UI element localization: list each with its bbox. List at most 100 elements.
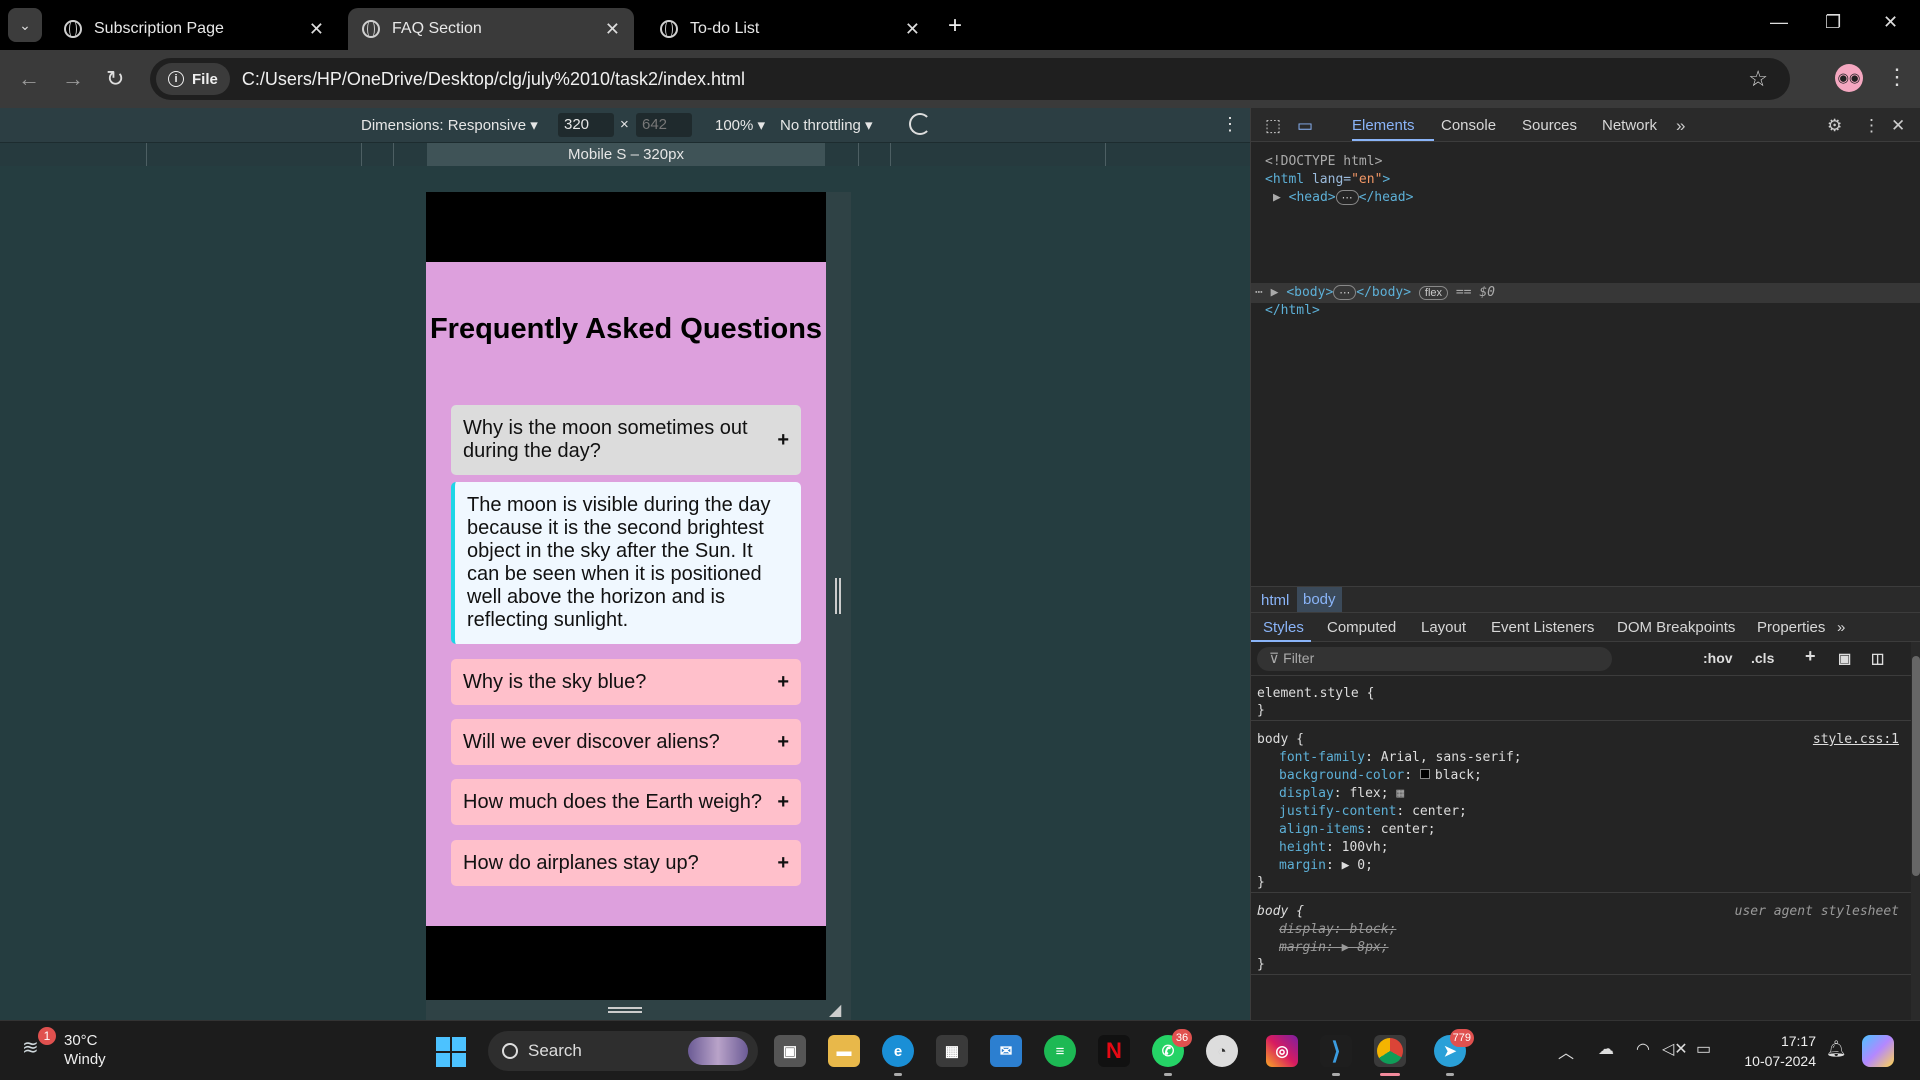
faq-question-3[interactable]: Will we ever discover aliens? +: [451, 719, 801, 765]
spotify-icon[interactable]: ≡: [1044, 1035, 1076, 1067]
plus-icon[interactable]: +: [777, 731, 789, 754]
css-declaration[interactable]: margin: ▶ 0;: [1279, 858, 1373, 873]
dom-head-node[interactable]: ▶ <head> ⋯ </head>: [1273, 190, 1413, 205]
ua-rule-selector[interactable]: body {: [1257, 904, 1304, 919]
tab-faq-section[interactable]: FAQ Section ✕: [348, 8, 634, 50]
rotate-icon[interactable]: [909, 113, 931, 135]
url-text[interactable]: C:/Users/HP/OneDrive/Desktop/clg/july%20…: [242, 69, 745, 90]
bookmark-star-icon[interactable]: ☆: [1748, 66, 1768, 92]
mail-icon[interactable]: ✉: [990, 1035, 1022, 1067]
ellipsis-icon[interactable]: ⋯: [1335, 190, 1359, 205]
dom-html-node[interactable]: <html lang="en">: [1265, 172, 1390, 187]
plus-icon[interactable]: +: [777, 791, 789, 814]
sidebar-toggle-icon[interactable]: ◫: [1871, 650, 1884, 667]
plus-icon[interactable]: +: [777, 429, 789, 452]
styles-filter-input[interactable]: ⊽ Filter: [1257, 647, 1612, 671]
microsoft-store-icon[interactable]: ▦: [936, 1035, 968, 1067]
reload-icon[interactable]: ↻: [106, 66, 124, 92]
tab-dom-breakpoints[interactable]: DOM Breakpoints: [1617, 619, 1735, 636]
edge-browser-icon[interactable]: e: [882, 1035, 914, 1076]
breadcrumb-html[interactable]: html: [1261, 592, 1289, 609]
show-hidden-icons-chevron[interactable]: ︿: [1558, 1039, 1574, 1063]
faq-question-5[interactable]: How do airplanes stay up? +: [451, 840, 801, 886]
element-style-selector[interactable]: element.style {: [1257, 686, 1374, 701]
width-input[interactable]: 320: [558, 113, 614, 137]
new-rule-plus-icon[interactable]: +: [1805, 646, 1816, 667]
wifi-icon[interactable]: ◠: [1636, 1039, 1650, 1059]
dom-doctype[interactable]: <!DOCTYPE html>: [1265, 154, 1382, 169]
ruler-segment[interactable]: [361, 143, 362, 166]
tab-todo-list[interactable]: To-do List ✕: [646, 8, 934, 50]
css-declaration[interactable]: justify-content: center;: [1279, 804, 1467, 819]
devtools-menu-icon[interactable]: ⋮: [1863, 116, 1880, 136]
expand-triangle-icon[interactable]: ▶: [1342, 858, 1350, 873]
height-resize-handle[interactable]: [608, 1007, 642, 1013]
restore-icon[interactable]: ❐: [1825, 12, 1841, 33]
tab-event-listeners[interactable]: Event Listeners: [1491, 619, 1594, 636]
window-close-icon[interactable]: ✕: [1883, 12, 1898, 33]
task-view-icon[interactable]: ▣: [774, 1035, 806, 1067]
flex-editor-icon[interactable]: ▦: [1396, 786, 1404, 801]
dimensions-dropdown[interactable]: Dimensions: Responsive ▾: [361, 116, 538, 134]
hov-toggle[interactable]: :hov: [1703, 650, 1733, 666]
netflix-icon[interactable]: N: [1098, 1035, 1130, 1067]
width-resize-handle[interactable]: [835, 578, 841, 614]
tab-search-button[interactable]: ⌄: [8, 8, 42, 42]
faq-question-4[interactable]: How much does the Earth weigh? +: [451, 779, 801, 825]
profile-avatar[interactable]: ◉◉: [1835, 64, 1863, 92]
ruler-segment[interactable]: [1105, 143, 1106, 166]
taskbar-search[interactable]: Search: [488, 1031, 758, 1071]
tab-sources[interactable]: Sources: [1522, 117, 1577, 134]
browser-menu-icon[interactable]: ⋮: [1886, 64, 1908, 90]
flex-badge[interactable]: flex: [1418, 286, 1449, 300]
close-icon[interactable]: ✕: [605, 19, 620, 40]
battery-icon[interactable]: ▭: [1696, 1039, 1711, 1059]
back-arrow-icon[interactable]: ←: [18, 66, 40, 92]
tab-layout[interactable]: Layout: [1421, 619, 1466, 636]
ruler-segment[interactable]: [146, 143, 147, 166]
more-subtabs-icon[interactable]: »: [1837, 619, 1845, 636]
address-bar[interactable]: i File C:/Users/HP/OneDrive/Desktop/clg/…: [150, 58, 1790, 100]
paint-icon[interactable]: ▣: [1838, 650, 1851, 667]
tab-subscription-page[interactable]: Subscription Page ✕: [50, 8, 338, 50]
throttling-dropdown[interactable]: No throttling ▾: [780, 116, 873, 134]
css-declaration[interactable]: height: 100vh;: [1279, 840, 1389, 855]
ruler-segment[interactable]: [890, 143, 891, 166]
file-explorer-icon[interactable]: ▬: [828, 1035, 860, 1067]
expand-triangle-icon[interactable]: ▶: [1271, 285, 1279, 300]
site-info-chip[interactable]: i File: [156, 63, 230, 95]
height-input[interactable]: 642: [636, 113, 692, 137]
dom-body-node[interactable]: ⋯ ▶ <body> ⋯ </body> flex == $0: [1255, 285, 1495, 300]
inspect-element-icon[interactable]: ⬚: [1265, 116, 1281, 136]
color-swatch[interactable]: [1419, 769, 1430, 779]
more-tabs-icon[interactable]: »: [1676, 116, 1685, 136]
plus-icon[interactable]: +: [777, 852, 789, 875]
tab-properties[interactable]: Properties: [1757, 619, 1825, 636]
zoom-dropdown[interactable]: 100% ▾: [715, 116, 765, 134]
body-rule-selector[interactable]: body {: [1257, 732, 1304, 747]
cls-toggle[interactable]: .cls: [1751, 650, 1774, 666]
telegram-icon[interactable]: ➤ 779: [1434, 1029, 1474, 1076]
copilot-icon[interactable]: [1862, 1035, 1894, 1067]
styles-scroll-thumb[interactable]: [1912, 656, 1920, 876]
css-declaration[interactable]: background-color: black;: [1279, 768, 1482, 783]
onedrive-cloud-icon[interactable]: ☁: [1598, 1039, 1614, 1059]
new-tab-plus-icon[interactable]: +: [948, 12, 962, 40]
stylesheet-link[interactable]: style.css:1: [1813, 732, 1899, 747]
device-toggle-icon[interactable]: ▭: [1297, 116, 1313, 136]
css-declaration[interactable]: display: flex; ▦: [1279, 786, 1404, 801]
css-declaration[interactable]: font-family: Arial, sans-serif;: [1279, 750, 1522, 765]
minimize-icon[interactable]: —: [1770, 12, 1788, 33]
tab-elements[interactable]: Elements: [1352, 117, 1415, 134]
close-icon[interactable]: ✕: [309, 19, 324, 40]
forward-arrow-icon[interactable]: →: [62, 66, 84, 92]
dom-html-close[interactable]: </html>: [1265, 303, 1320, 318]
faq-question-1[interactable]: Why is the moon sometimes out during the…: [451, 405, 801, 475]
devtools-close-icon[interactable]: ✕: [1891, 116, 1905, 136]
tab-console[interactable]: Console: [1441, 117, 1496, 134]
close-icon[interactable]: ✕: [905, 19, 920, 40]
whatsapp-icon[interactable]: ✆ 36: [1152, 1029, 1192, 1076]
plus-icon[interactable]: +: [777, 671, 789, 694]
notification-bell-icon[interactable]: 🔔︎: [1826, 1039, 1846, 1059]
ellipsis-icon[interactable]: ⋯: [1333, 285, 1357, 300]
